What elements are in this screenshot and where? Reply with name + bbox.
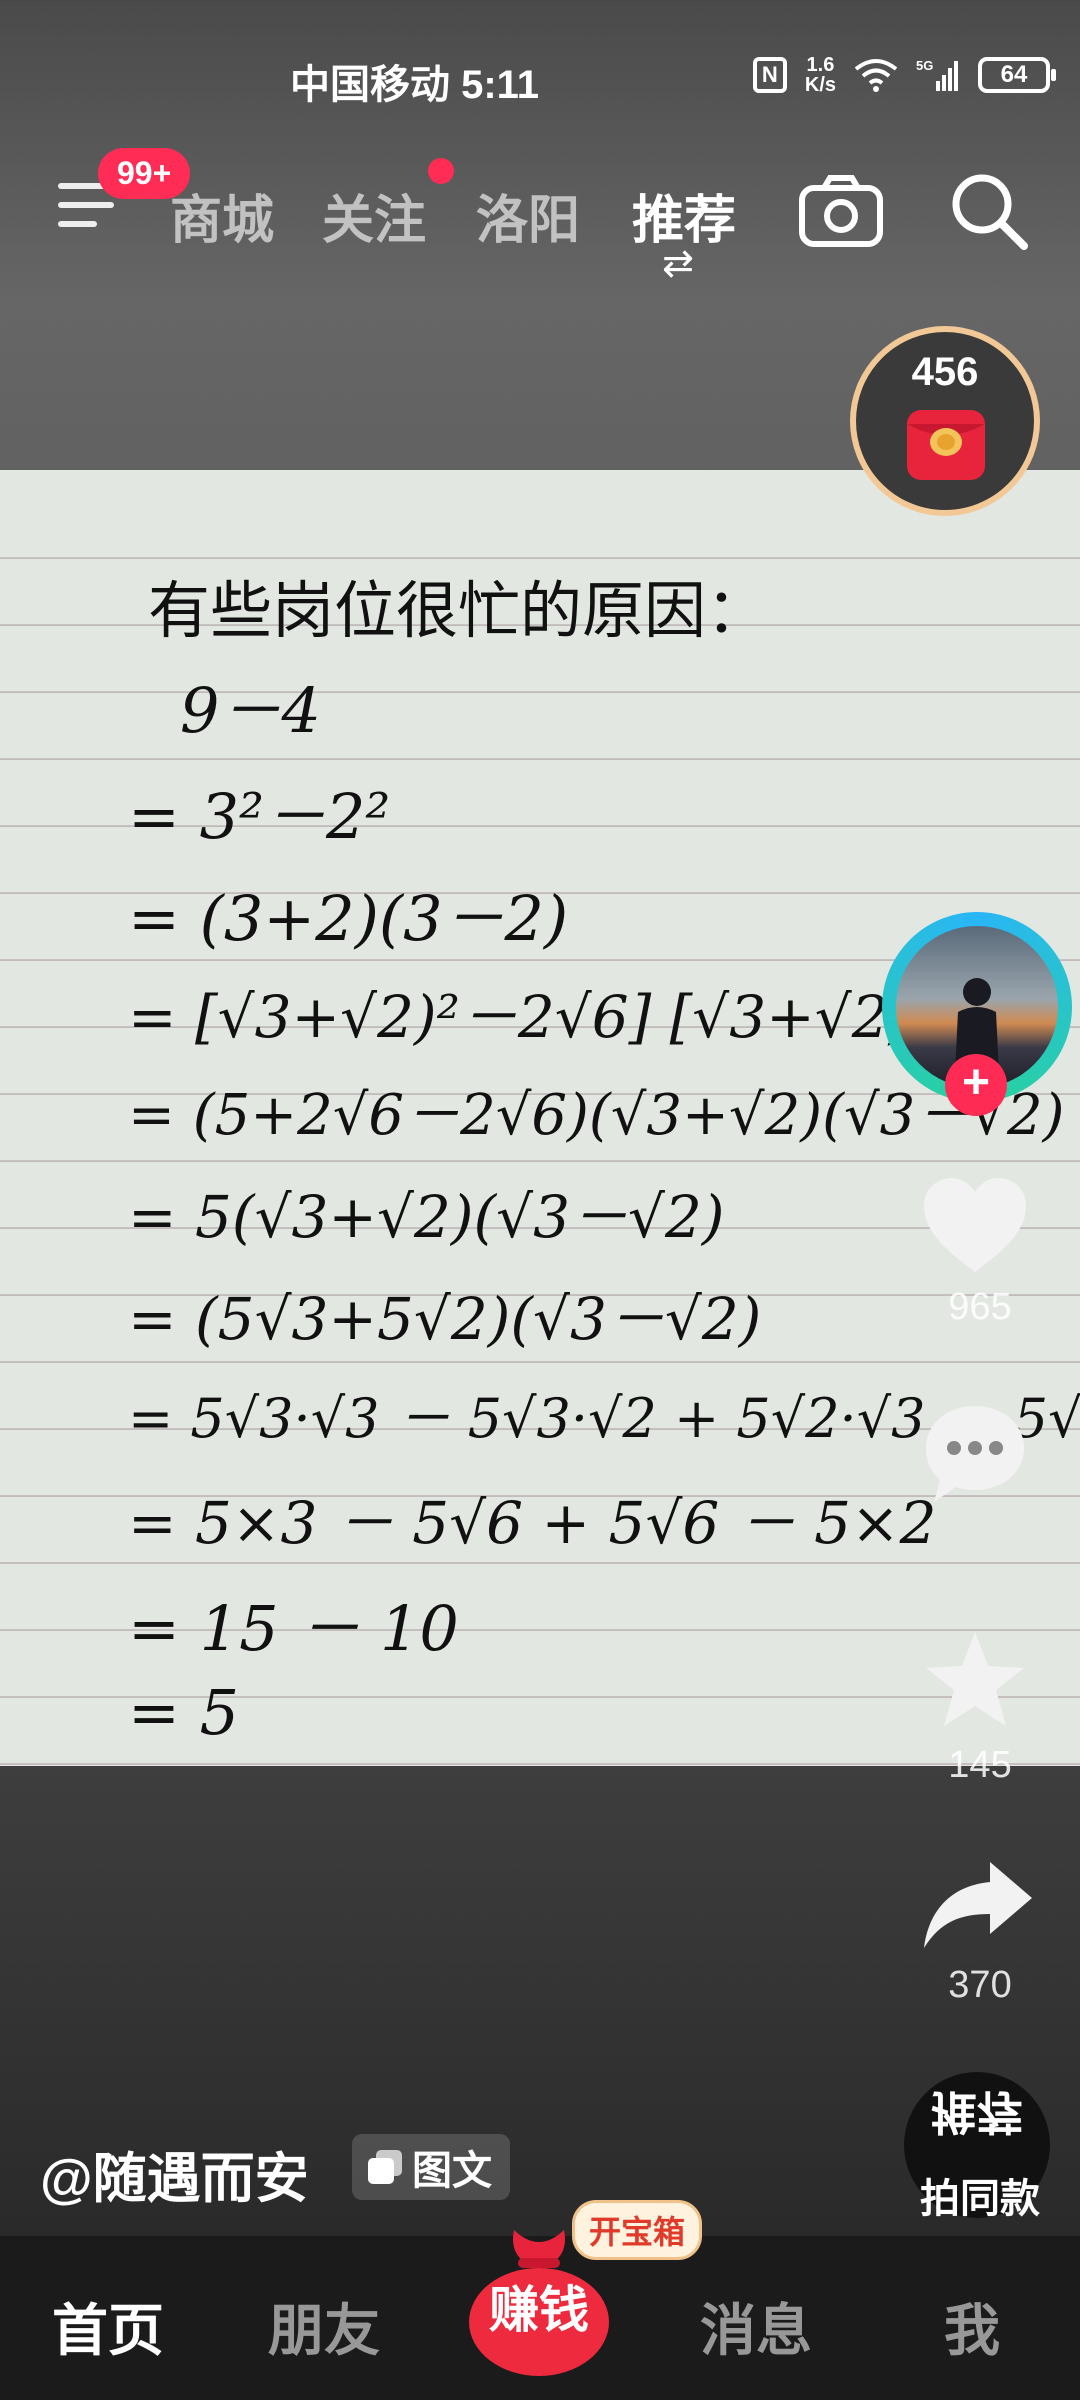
favorite-count: 145: [948, 1744, 1012, 1786]
tab-recommend[interactable]: 推荐: [632, 178, 736, 253]
comment-icon[interactable]: [920, 1400, 1030, 1510]
post-image-handwritten-note[interactable]: 有些岗位很忙的原因： 9－4 = 3²－2² = (3+2)(3－2) = [√…: [0, 470, 1080, 1766]
follow-button[interactable]: +: [945, 1054, 1007, 1116]
red-packet-count: 456: [911, 350, 979, 394]
like-count: 965: [948, 1286, 1012, 1328]
tab-friends[interactable]: 朋友: [268, 2286, 380, 2367]
note-line: = (5√3+5√2)(√3－√2): [128, 1285, 762, 1353]
wifi-icon: [854, 59, 898, 92]
note-line: = 5×3 － 5√6 + 5√6 － 5×2: [128, 1489, 937, 1557]
switch-icon: ⇄: [662, 243, 694, 285]
following-notification-dot: [428, 158, 454, 184]
share-count: 370: [948, 1964, 1012, 2006]
signal-icon: 5G: [916, 58, 958, 91]
same-style-art: 推荐: [931, 2086, 1023, 2138]
red-packet-widget[interactable]: 456: [850, 326, 1040, 516]
note-line: = 15 － 10: [128, 1592, 459, 1665]
note-line: = (3+2)(3－2): [128, 882, 569, 955]
image-text-icon: [368, 2150, 402, 2184]
note-line: = 3²－2²: [128, 780, 391, 853]
search-icon[interactable]: [944, 166, 1034, 256]
status-bar: 中国移动 5:11 N 1.6 K/s 5G 64: [0, 0, 1080, 160]
heart-icon[interactable]: [920, 1174, 1030, 1278]
carrier-time: 中国移动 5:11: [290, 63, 539, 107]
camera-icon[interactable]: [796, 166, 886, 256]
same-style-button[interactable]: 拍同款: [880, 2166, 1080, 2224]
note-line: = 5(√3+√2)(√3－√2): [128, 1183, 725, 1251]
share-icon[interactable]: [920, 1858, 1036, 1952]
note-line: = 5: [128, 1676, 240, 1749]
tab-me[interactable]: 我: [944, 2286, 1000, 2367]
star-icon[interactable]: [920, 1628, 1030, 1732]
red-packet-icon: [907, 410, 985, 480]
treasure-badge[interactable]: 开宝箱: [572, 2200, 703, 2260]
status-icons: N 1.6 K/s 5G 64: [752, 54, 1056, 96]
post-type-label: 图文: [412, 2149, 492, 2193]
post-type-tag[interactable]: 图文: [352, 2134, 510, 2200]
nfc-icon: N: [752, 57, 787, 93]
network-speed: 1.6 K/s: [804, 54, 836, 96]
note-line: 有些岗位很忙的原因：: [148, 574, 769, 647]
tab-following[interactable]: 关注: [322, 178, 426, 253]
tab-local[interactable]: 洛阳: [476, 178, 580, 253]
tab-earn[interactable]: 赚钱: [464, 2270, 614, 2342]
note-line: 9－4: [180, 674, 321, 747]
battery-indicator: 64: [978, 57, 1056, 93]
svg-text:5G: 5G: [916, 58, 933, 73]
tab-messages[interactable]: 消息: [700, 2286, 812, 2367]
tab-home[interactable]: 首页: [52, 2286, 164, 2367]
author-name[interactable]: @随遇而安: [40, 2134, 309, 2213]
tab-mall[interactable]: 商城: [170, 178, 274, 253]
